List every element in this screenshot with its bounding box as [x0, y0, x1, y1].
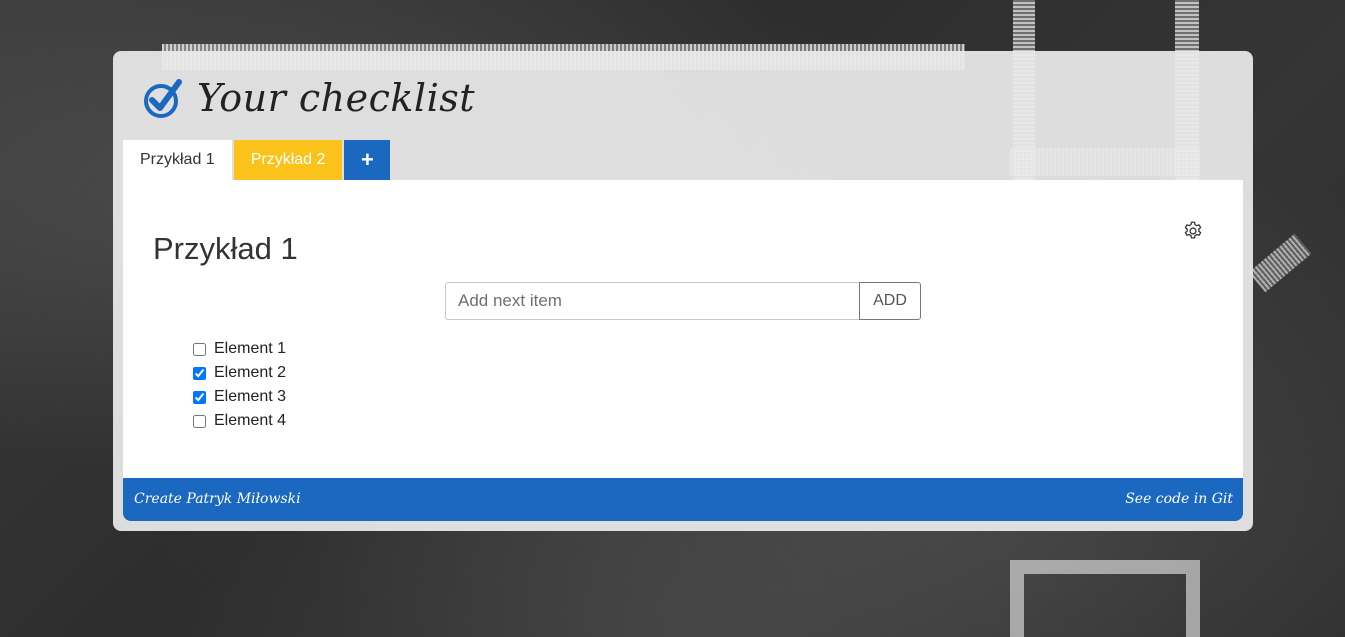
add-item-button[interactable]: ADD: [859, 282, 921, 320]
author-credit: Create Patryk Miłowski: [134, 491, 301, 507]
chalk-decoration-diagonal: [1248, 233, 1312, 293]
tab-przyklad-1[interactable]: Przykład 1: [123, 140, 232, 180]
add-item-row: ADD: [445, 282, 921, 320]
list-tabs: Przykład 1 Przykład 2 +: [123, 140, 392, 180]
checklist-items: Element 1 Element 2 Element 3 Element 4: [193, 337, 286, 433]
git-link[interactable]: See code in Git: [1125, 491, 1233, 507]
list-title: Przykład 1: [153, 230, 298, 266]
item-label: Element 2: [214, 364, 287, 381]
list-item: Element 3: [193, 385, 286, 409]
list-item: Element 4: [193, 409, 286, 433]
app-header: Your checklist: [143, 73, 475, 123]
list-item: Element 2: [193, 361, 286, 385]
gear-icon[interactable]: [1182, 220, 1204, 242]
checklist-card: Your checklist Przykład 1 Przykład 2 + P…: [113, 51, 1253, 531]
item-label: Element 4: [214, 412, 287, 429]
item-checkbox[interactable]: [193, 342, 206, 356]
item-checkbox[interactable]: [193, 366, 206, 380]
add-item-input[interactable]: [445, 282, 859, 320]
list-panel: Przykład 1 ADD Element 1 Element 2 Eleme…: [123, 180, 1243, 478]
footer: Create Patryk Miłowski See code in Git: [123, 478, 1243, 521]
app-title: Your checklist: [197, 76, 476, 120]
item-checkbox[interactable]: [193, 390, 206, 404]
item-checkbox[interactable]: [193, 414, 206, 428]
plus-icon: +: [360, 147, 374, 172]
check-circle-icon: [143, 76, 183, 120]
item-label: Element 1: [214, 340, 287, 357]
chalk-decoration-bottom: [1010, 560, 1200, 637]
item-label: Element 3: [214, 388, 287, 405]
list-item: Element 1: [193, 337, 286, 361]
add-tab-button[interactable]: +: [344, 140, 391, 180]
tab-przyklad-2[interactable]: Przykład 2: [233, 140, 343, 180]
